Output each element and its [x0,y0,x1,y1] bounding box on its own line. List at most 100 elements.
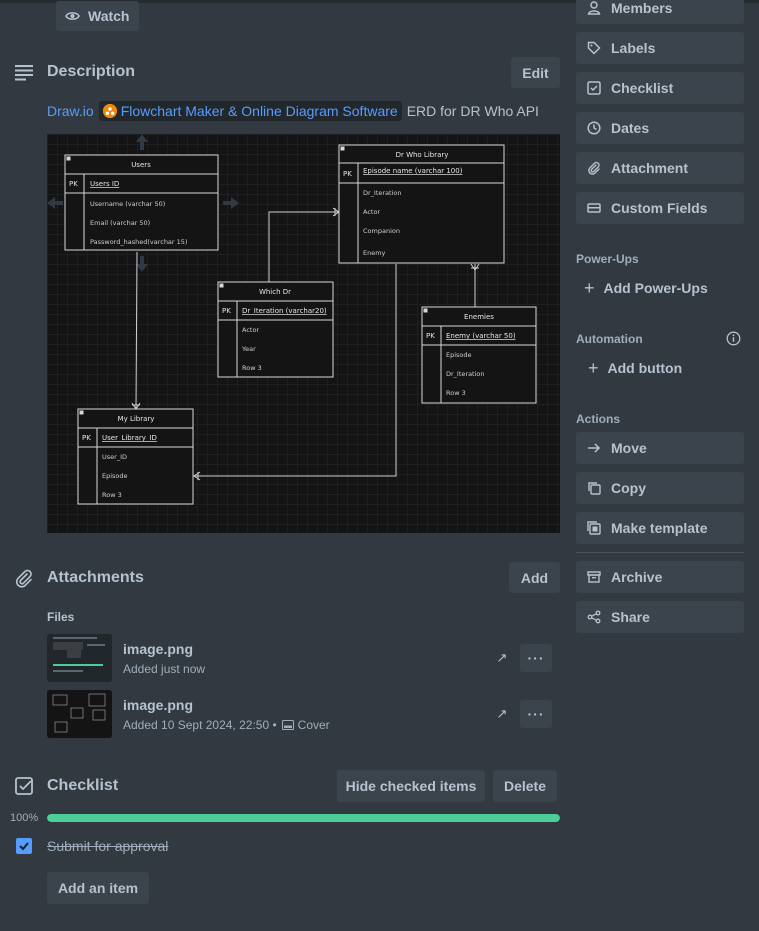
attachment-added-text: Added just now [123,662,206,676]
users-key: Users ID [90,180,119,188]
which-dr-table: Which Dr PK Dr_Iteration (varchar20) Act… [217,281,334,378]
attachment-more-button[interactable]: ··· [520,644,552,672]
actions-heading: Actions [576,412,621,426]
whichdr-row-2: Year [241,345,256,353]
sidebar-attachment-label: Attachment [611,160,689,176]
attachment-thumbnail[interactable] [47,634,112,682]
checklist-icon [14,776,34,796]
drwho-row-3: Companion [363,227,400,235]
sidebar-attachment-button[interactable]: Attachment [576,152,744,184]
mylib-key: User_Library_ID [102,434,157,442]
checklist-item-text[interactable]: Submit for approval [47,838,168,854]
paperclip-icon [14,568,34,588]
attachment-more-button[interactable]: ··· [520,700,552,728]
watch-label: Watch [88,8,130,24]
copy-icon [586,480,602,496]
checklist-item-checkbox[interactable] [16,838,32,854]
arrow-right-icon [586,440,602,456]
enemies-row-2: Dr_Iteration [446,370,485,378]
tag-icon [586,40,602,56]
sidebar-custom-fields-button[interactable]: Custom Fields [576,192,744,224]
erd-diagram-image[interactable]: Users PK Users ID Username (varchar 50) … [47,134,560,533]
open-external-icon[interactable]: ↗ [494,706,510,722]
attachment-thumbnail[interactable] [47,690,112,738]
sidebar-checklist-button[interactable]: Checklist [576,72,744,104]
drawio-favicon-icon [102,104,117,118]
archive-icon [586,569,602,585]
attachment-file-name[interactable]: image.png [123,641,193,657]
checklist-icon [586,80,602,96]
users-table: Users PK Users ID Username (varchar 50) … [64,154,219,251]
drwho-pk: PK [343,170,352,178]
users-row-1: Username (varchar 50) [90,200,165,208]
person-icon [586,0,602,16]
powerups-heading: Power-Ups [576,252,639,266]
users-row-3: Password_hashed(varchar 15) [90,238,187,246]
sidebar-labels-button[interactable]: Labels [576,32,744,64]
delete-checklist-button[interactable]: Delete [493,770,557,802]
description-icon [14,62,34,82]
files-label: Files [47,610,75,624]
attachment-file-name[interactable]: image.png [123,697,193,713]
plus-icon: + [584,277,595,298]
smart-link-chip[interactable]: Flowchart Maker & Online Diagram Softwar… [98,101,402,121]
open-external-icon[interactable]: ↗ [494,650,510,666]
share-icon [586,609,602,625]
sidebar-move-label: Move [611,440,647,456]
sidebar-share-button[interactable]: Share [576,601,744,633]
sidebar-members-button[interactable]: Members [576,0,744,24]
cover-label[interactable]: Cover [298,718,330,732]
add-checklist-item-button[interactable]: Add an item [47,872,149,904]
sidebar-archive-button[interactable]: Archive [576,561,744,593]
sidebar-archive-label: Archive [611,569,663,585]
template-icon [586,520,602,536]
description-title: Description [47,63,136,80]
sidebar-labels-label: Labels [611,40,656,56]
drwho-row-4: Enemy [363,249,386,257]
attachment-added-text: Added 10 Sept 2024, 22:50 • [123,718,277,732]
plus-icon: + [588,357,599,378]
add-attachment-button[interactable]: Add [509,562,560,593]
sidebar-dates-label: Dates [611,120,650,136]
attachment-file-meta: Added just now [123,662,205,676]
automation-heading: Automation [576,332,643,346]
add-automation-button[interactable]: + Add button [588,352,682,384]
sidebar-checklist-label: Checklist [611,80,674,96]
drawio-link[interactable]: Draw.io [47,103,94,119]
checklist-progress-fill [47,814,560,822]
hide-checked-items-button[interactable]: Hide checked items [337,770,485,802]
sidebar-move-button[interactable]: Move [576,432,744,464]
watch-button[interactable]: Watch [56,1,139,31]
sidebar-copy-button[interactable]: Copy [576,472,744,504]
info-icon[interactable] [726,331,741,346]
sidebar-make-template-label: Make template [611,520,708,536]
sidebar-make-template-button[interactable]: Make template [576,512,744,544]
description-text: Draw.io Flowchart Maker & Online Diagram… [47,100,539,122]
enemies-row-3: Row 3 [446,389,466,397]
add-button-label: Add button [607,360,683,376]
mylib-title: My Library [118,415,155,423]
whichdr-row-3: Row 3 [242,364,262,372]
enemies-pk: PK [426,332,435,340]
sidebar-divider [576,552,744,553]
add-powerups-button[interactable]: + Add Power-Ups [584,272,708,304]
sidebar-dates-button[interactable]: Dates [576,112,744,144]
users-row-2: Email (varchar 50) [90,219,150,227]
sidebar-copy-label: Copy [611,480,646,496]
whichdr-key: Dr_Iteration (varchar20) [242,307,327,315]
custom-fields-icon [586,200,602,216]
users-pk: PK [69,180,78,188]
add-powerups-label: Add Power-Ups [603,280,708,296]
drwho-title: Dr Who Library [396,151,449,159]
edit-description-button[interactable]: Edit [511,57,560,88]
drwho-row-2: Actor [363,208,380,216]
whichdr-pk: PK [222,307,231,315]
attachment-file-meta: Added 10 Sept 2024, 22:50 • Cover [123,718,330,732]
drwho-key: Episode name (varchar 100) [363,167,463,175]
sidebar-custom-fields-label: Custom Fields [611,200,708,216]
mylib-row-3: Row 3 [102,491,122,499]
checklist-title: Checklist [47,777,119,794]
enemies-table: Enemies PK Enemy (varchar 50) Episode Dr… [421,306,537,404]
mylib-row-1: User_ID [102,453,127,461]
checklist-progress-bar [47,814,560,822]
